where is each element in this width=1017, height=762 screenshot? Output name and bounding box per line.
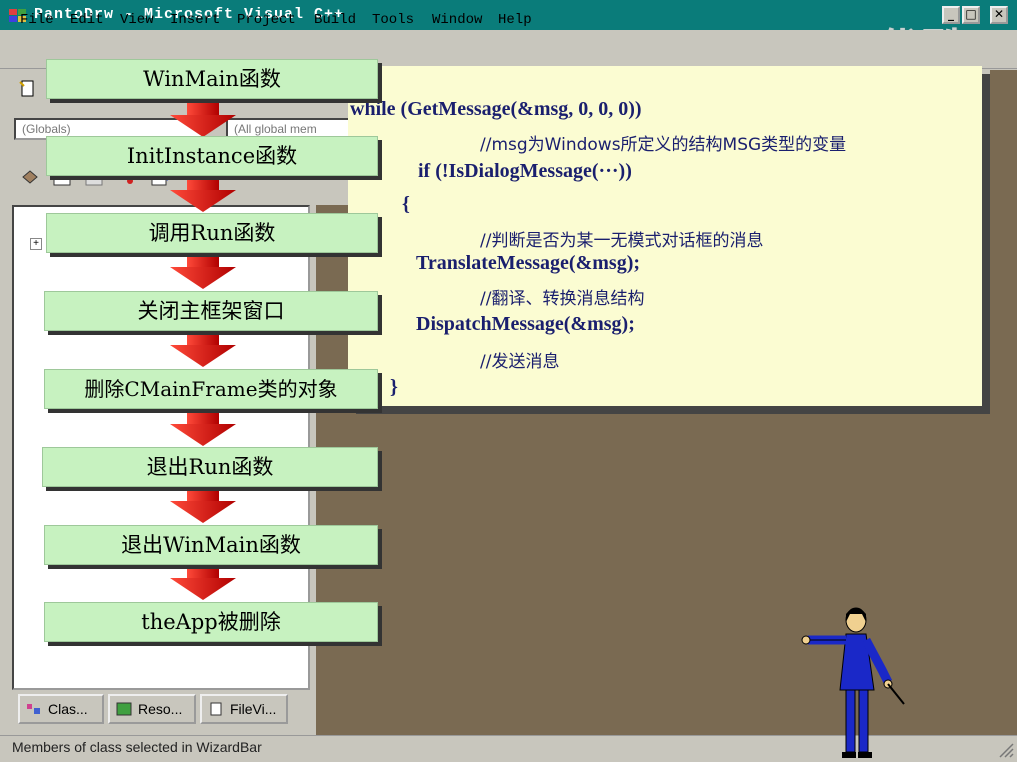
tab-resourceview-label: Reso...: [138, 701, 183, 717]
menu-tools[interactable]: Tools: [372, 12, 414, 28]
close-button[interactable]: ✕: [990, 6, 1008, 24]
fileview-icon: [210, 702, 222, 716]
flow-step-exit-winmain: 退出WinMain函数: [44, 525, 378, 565]
flow-step-exit-run: 退出Run函数: [42, 447, 378, 487]
tab-classview[interactable]: Clas...: [18, 694, 104, 724]
flow-step-close-mainframe: 关闭主框架窗口: [44, 291, 378, 331]
flow-step-winmain: WinMain函数: [46, 59, 378, 99]
resourceview-icon: [116, 702, 132, 716]
editor-area-top: [990, 70, 1017, 205]
flow-step-delete-cmainframe: 删除CMainFrame类的对象: [44, 369, 378, 409]
menu-edit[interactable]: Edit: [70, 12, 104, 28]
flow-step-call-run: 调用Run函数: [46, 213, 378, 253]
tab-fileview[interactable]: FileVi...: [200, 694, 288, 724]
code-line-3: {: [402, 193, 410, 215]
status-text: Members of class selected in WizardBar: [12, 739, 262, 755]
code-comment-2: //判断是否为某一无模式对话框的消息: [480, 231, 764, 251]
tab-resourceview[interactable]: Reso...: [108, 694, 196, 724]
menu-insert[interactable]: Insert: [170, 12, 220, 28]
menu-project[interactable]: Project: [237, 12, 296, 28]
code-comment-3: //翻译、转换消息结构: [480, 289, 645, 309]
minimize-button[interactable]: _: [942, 6, 960, 24]
tab-classview-label: Clas...: [48, 701, 88, 717]
menu-file[interactable]: File: [20, 12, 54, 28]
classview-icon: [27, 704, 40, 714]
menu-view[interactable]: View: [120, 12, 154, 28]
menu-help[interactable]: Help: [498, 12, 532, 28]
menu-build[interactable]: Build: [314, 12, 356, 28]
tree-expand-icon[interactable]: +: [30, 238, 42, 250]
tab-fileview-label: FileVi...: [230, 701, 277, 717]
maximize-button[interactable]: □: [962, 6, 980, 24]
presenter-figure: [801, 607, 905, 758]
flow-step-theapp-deleted: theApp被删除: [44, 602, 378, 642]
code-line-6: }: [390, 376, 398, 398]
class-icon[interactable]: [20, 168, 40, 186]
flow-step-initinstance: InitInstance函数: [46, 136, 378, 176]
code-line-2: if (!IsDialogMessage(···)): [418, 160, 632, 182]
code-line-4: TranslateMessage(&msg);: [416, 252, 641, 274]
code-comment-4: //发送消息: [480, 352, 560, 372]
new-file-icon[interactable]: [18, 80, 38, 98]
code-comment-1: //msg为Windows所定义的结构MSG类型的变量: [480, 135, 847, 155]
resize-grip-icon[interactable]: [996, 740, 1014, 758]
menu-window[interactable]: Window: [432, 12, 482, 28]
code-line-1: while (GetMessage(&msg, 0, 0, 0)): [350, 98, 642, 120]
code-line-5: DispatchMessage(&msg);: [416, 313, 635, 335]
